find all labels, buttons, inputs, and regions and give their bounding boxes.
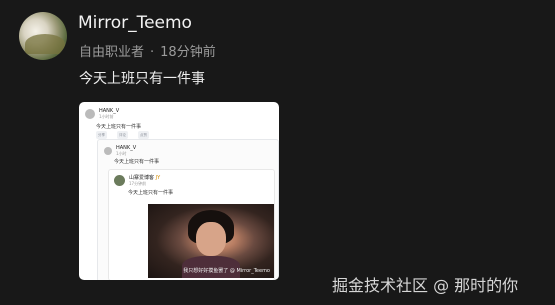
embedded-text: 今天上班只有一件事 [96,124,142,130]
embedded-pill-comment: 评论 [117,131,128,139]
embedded-pill-like: 点赞 [138,131,149,139]
embedded-inner-header: 山寨爱博客 JY 17分钟前 [114,174,160,187]
embedded-video-frame: 我只想好好摸鱼罢了 @ Mirror_Teemo [148,204,274,278]
embedded-mid-header: HANK_V 1小时 [104,145,136,157]
watermark: 掘金技术社区 @ 那时的你 [332,276,519,295]
embedded-pill-share: 分享 [96,131,107,139]
embedded-avatar [85,109,95,119]
embedded-mid-avatar [104,147,112,155]
meta-separator: · [150,45,155,60]
embedded-inner-text: 今天上班只有一件事 [128,190,174,196]
post-text: 今天上班只有一件事 [79,71,205,87]
post-image[interactable]: HANK_V 1小时前 今天上班只有一件事 分享 评论 点赞 HANK_V 1小… [79,102,279,280]
photo-face [196,222,226,256]
embedded-inner-author-line: 山寨爱博客 JY [129,174,160,181]
user-avatar[interactable] [19,12,67,60]
username[interactable]: Mirror_Teemo [78,13,192,33]
embedded-time: 1小时前 [99,114,114,119]
user-role: 自由职业者 [79,45,145,60]
embedded-mid-time: 1小时 [116,151,127,156]
embedded-inner-avatar [114,175,125,186]
post-meta: 自由职业者 · 18分钟前 [79,41,216,60]
embedded-inner-time: 17分钟前 [129,181,147,186]
video-subtitle: 我只想好好摸鱼罢了 @ Mirror_Teemo [183,268,270,274]
post-time: 18分钟前 [160,45,216,60]
embedded-top-header: HANK_V 1小时前 [85,108,119,120]
embedded-inner-badge: JY [155,175,161,181]
embedded-mid-text: 今天上班只有一件事 [114,159,160,165]
